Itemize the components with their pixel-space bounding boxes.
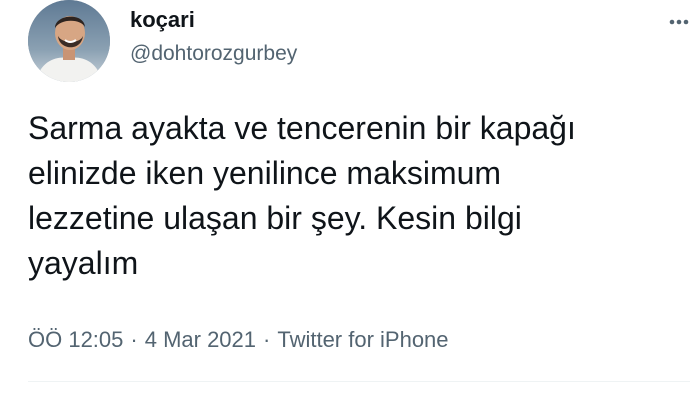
- avatar[interactable]: [28, 0, 110, 82]
- more-dots-icon[interactable]: [668, 14, 690, 25]
- tweet: koçari @dohtorozgurbey Sarma ayakta ve t…: [0, 0, 690, 405]
- meta-separator: ·: [263, 327, 271, 352]
- author-display-name[interactable]: koçari: [130, 6, 297, 34]
- tweet-date[interactable]: 4 Mar 2021: [145, 327, 256, 352]
- tweet-text: Sarma ayakta ve tencerenin bir kapağı el…: [28, 110, 576, 281]
- author-handle[interactable]: @dohtorozgurbey: [130, 40, 297, 68]
- author-block: koçari @dohtorozgurbey: [130, 6, 297, 68]
- meta-separator: ·: [130, 327, 138, 352]
- divider: [28, 381, 690, 382]
- tweet-meta: ÖÖ 12:05 · 4 Mar 2021 · Twitter for iPhone: [28, 325, 449, 355]
- tweet-source[interactable]: Twitter for iPhone: [277, 327, 448, 352]
- tweet-time[interactable]: ÖÖ 12:05: [28, 327, 123, 352]
